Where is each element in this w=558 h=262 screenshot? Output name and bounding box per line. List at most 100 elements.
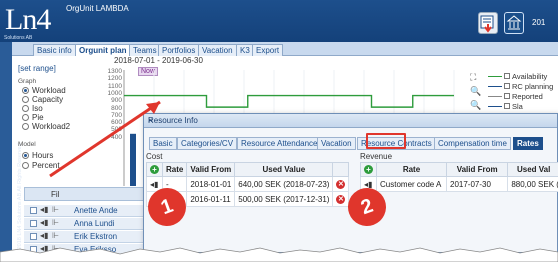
report-icon — [480, 15, 494, 33]
tree-icon: ⊩ — [52, 218, 59, 227]
legend-swatch — [488, 86, 502, 87]
radio-workload[interactable]: Workload — [22, 86, 66, 95]
tab-export[interactable]: Export — [252, 44, 284, 56]
resource-icon[interactable]: ◂▮ — [40, 218, 48, 227]
plus-icon: + — [150, 165, 159, 174]
app-header: Ln4 Solutions AB OrgUnit LAMBDA 201 — [0, 0, 558, 42]
delete-row-button[interactable]: ✕ — [332, 191, 350, 207]
dtab-resource-attendance[interactable]: Resource Attendance — [237, 137, 322, 150]
zoom-out-icon[interactable]: 🔍 — [470, 100, 481, 111]
cell-valid-from: 2017-07-30 — [445, 176, 509, 192]
tab-vacation[interactable]: Vacation — [198, 44, 237, 56]
dtab-categories-cv[interactable]: Categories/CV — [177, 137, 238, 150]
resource-icon[interactable]: ◂▮ — [40, 205, 48, 214]
filter-label[interactable]: Fil — [51, 190, 59, 199]
legend-swatch — [488, 106, 502, 107]
add-cost-button[interactable]: + — [146, 162, 163, 177]
header-date: 201 — [532, 18, 546, 27]
delete-icon: ✕ — [336, 195, 346, 204]
delete-icon: ✕ — [336, 180, 346, 189]
resource-name[interactable]: Erik Ekstron — [74, 232, 117, 241]
revenue-table: + Rate Valid From Used Val ◂▮ Customer c… — [360, 162, 558, 192]
column-header: Used Value — [234, 162, 334, 177]
dtab-compensation-time[interactable]: Compensation time — [434, 137, 511, 150]
radio-pie[interactable]: Pie — [22, 113, 44, 122]
radio-percent[interactable]: Percent — [22, 161, 60, 170]
rc-planning-bar — [130, 133, 136, 186]
resource-name[interactable]: Anette Ande — [74, 206, 118, 215]
legend-swatch — [488, 96, 502, 97]
legend-checkbox[interactable] — [504, 93, 510, 99]
cell-used-value: 500,00 SEK (2017-12-31) — [234, 191, 334, 207]
rates-tab-highlight — [366, 133, 406, 149]
availability-series-line — [124, 94, 454, 108]
copyright-strip: © 2018 LN4 Solutions AB All Rights Reser… — [0, 42, 23, 262]
delete-row-button[interactable]: ✕ — [332, 176, 350, 192]
column-header: Valid From — [186, 162, 236, 177]
legend-availability[interactable]: Availability — [488, 72, 547, 81]
torn-edge — [0, 247, 558, 262]
legend-label: Sla — [512, 102, 523, 111]
resource-name[interactable]: Anna Lundi — [74, 219, 114, 228]
column-header: Rate — [376, 162, 447, 177]
close-icon[interactable]: × — [148, 116, 160, 127]
tab-orgunit-plan[interactable]: Orgunit plan — [75, 44, 131, 56]
radio-indicator — [22, 114, 29, 121]
legend-sla[interactable]: Sla — [488, 102, 523, 111]
legend-checkbox[interactable] — [504, 103, 510, 109]
resource-info-dialog: Resource Info × Basic Categories/CV Reso… — [143, 113, 558, 253]
radio-hours[interactable]: Hours — [22, 151, 53, 160]
legend-reported[interactable]: Reported — [488, 92, 543, 101]
add-revenue-button[interactable]: + — [360, 162, 377, 177]
zoom-in-icon[interactable]: 🔍 — [470, 86, 481, 97]
fullscreen-icon[interactable]: ⛶ — [470, 72, 476, 83]
tab-basic-info[interactable]: Basic info — [33, 44, 76, 56]
row-checkbox[interactable] — [30, 207, 37, 214]
model-group-label: Model — [18, 141, 36, 148]
home-button[interactable] — [504, 12, 524, 34]
list-item[interactable]: ◂▮ ⊩ Erik Ekstron — [24, 231, 144, 243]
ln4-logo: Ln4 Solutions AB — [2, 3, 51, 41]
dtab-basic[interactable]: Basic — [149, 137, 177, 150]
dialog-titlebar[interactable]: Resource Info × — [144, 114, 557, 128]
cell-used-value: 880,00 SEK (20 — [507, 176, 558, 192]
tab-portfolios[interactable]: Portfolios — [158, 44, 200, 56]
resource-list-header: Fil — [24, 187, 144, 201]
logo-subtext: Solutions AB — [4, 35, 33, 41]
radio-label: Iso — [32, 104, 43, 113]
logo-text: Ln4 — [5, 3, 51, 36]
dtab-vacation[interactable]: Vacation — [317, 137, 356, 150]
column-header: Valid From — [445, 162, 509, 177]
cost-section-label: Cost — [146, 152, 163, 161]
radio-workload2[interactable]: Workload2 — [22, 122, 70, 131]
radio-label: Workload — [32, 86, 66, 95]
orgunit-title: OrgUnit LAMBDA — [66, 4, 129, 13]
set-range-link[interactable]: [set range] — [18, 64, 56, 73]
tree-icon: ⊩ — [52, 205, 59, 214]
column-header: Used Val — [507, 162, 558, 177]
radio-indicator — [22, 123, 29, 130]
dtab-rates[interactable]: Rates — [513, 137, 543, 150]
legend-rc-planning[interactable]: RC planning — [488, 82, 553, 91]
table-row[interactable]: ◂▮ - 2018-01-01 640,00 SEK (2018-07-23) … — [146, 176, 350, 192]
cell-valid-from: 2016-01-11 — [186, 191, 236, 207]
legend-checkbox[interactable] — [504, 83, 510, 89]
radio-indicator — [22, 162, 29, 169]
row-checkbox[interactable] — [30, 233, 37, 240]
list-item[interactable]: ◂▮ ⊩ Anna Lundi — [24, 218, 144, 230]
row-checkbox[interactable] — [30, 220, 37, 227]
list-item[interactable]: ◂▮ ⊩ Anette Ande — [24, 205, 144, 217]
legend-label: Availability — [512, 72, 548, 81]
revenue-section-label: Revenue — [360, 152, 393, 161]
legend-checkbox[interactable] — [504, 73, 510, 79]
bank-icon — [506, 15, 522, 30]
export-report-button[interactable] — [478, 12, 498, 34]
radio-capacity[interactable]: Capacity — [22, 95, 63, 104]
radio-indicator — [22, 87, 29, 94]
tree-icon: ⊩ — [52, 231, 59, 240]
cell-rate: Customer code A — [376, 176, 447, 192]
table-row[interactable]: ◂▮ Customer code A 2017-07-30 880,00 SEK… — [360, 176, 558, 192]
radio-iso[interactable]: Iso — [22, 104, 43, 113]
resource-icon[interactable]: ◂▮ — [40, 231, 48, 240]
tab-teams[interactable]: Teams — [129, 44, 161, 56]
